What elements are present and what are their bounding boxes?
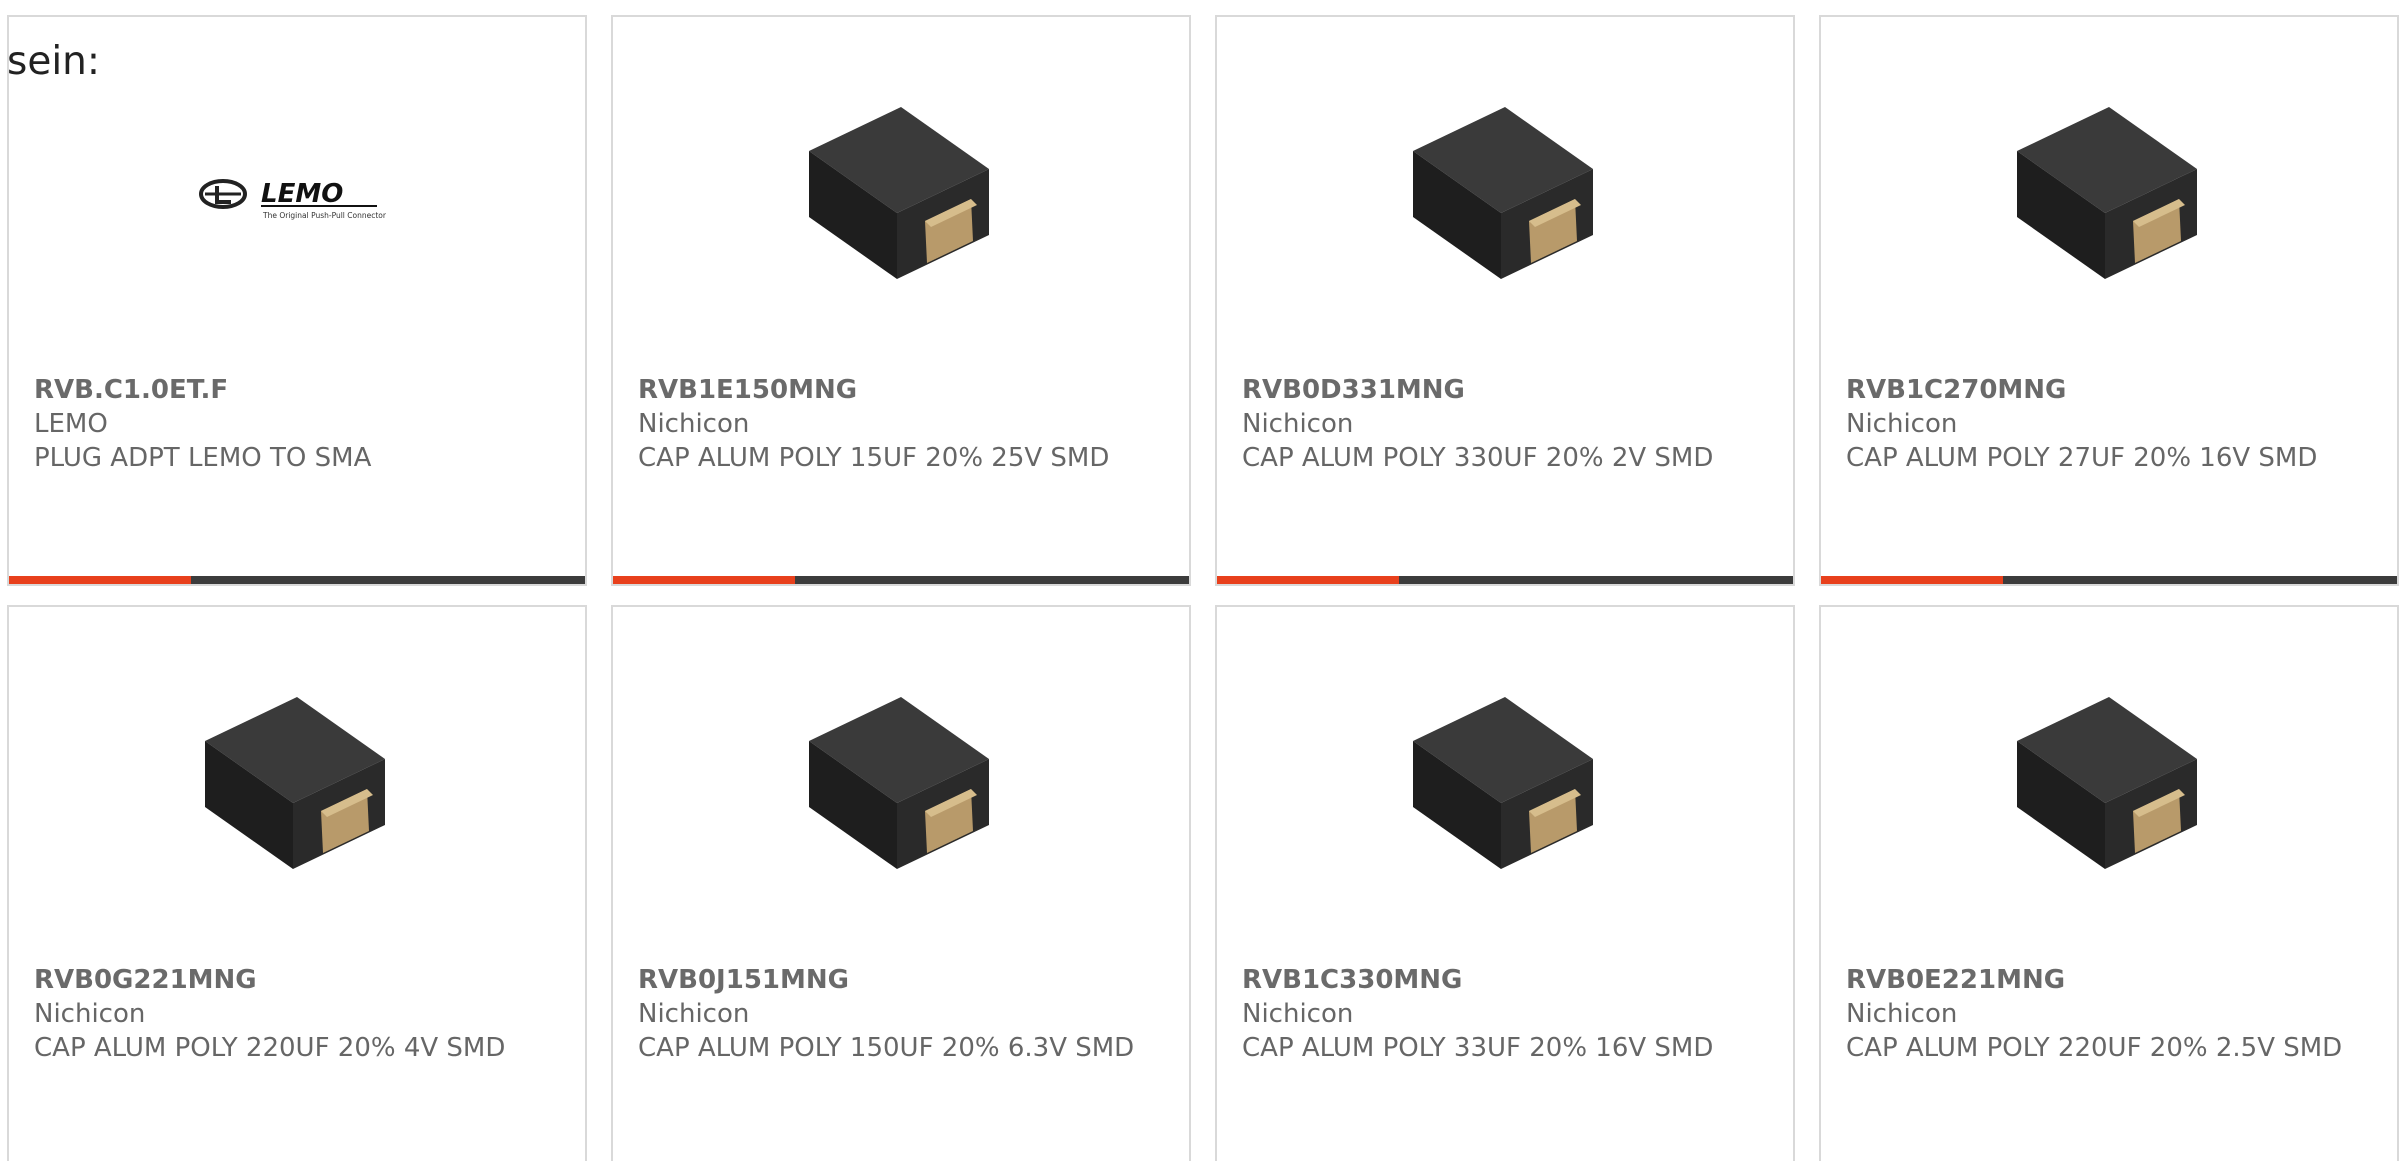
smd-capacitor-icon xyxy=(1413,107,1593,279)
card-accent-bar xyxy=(613,576,795,584)
card-bottom-bar xyxy=(9,576,585,584)
description: CAP ALUM POLY 27UF 20% 16V SMD xyxy=(1846,443,2318,473)
card-bottom-bar xyxy=(613,576,1189,584)
description: CAP ALUM POLY 220UF 20% 2.5V SMD xyxy=(1846,1033,2343,1063)
product-card[interactable]: RVB0G221MNG Nichicon CAP ALUM POLY 220UF… xyxy=(7,605,587,1161)
description: CAP ALUM POLY 220UF 20% 4V SMD xyxy=(34,1033,506,1063)
part-number[interactable]: RVB.C1.0ET.F xyxy=(34,373,565,407)
section-label: sein: xyxy=(7,39,101,84)
description: CAP ALUM POLY 15UF 20% 25V SMD xyxy=(638,443,1110,473)
card-bottom-bar xyxy=(1821,576,2397,584)
product-image-smd-capacitor xyxy=(1405,679,1605,879)
description: CAP ALUM POLY 330UF 20% 2V SMD xyxy=(1242,443,1714,473)
product-card[interactable]: RVB1C330MNG Nichicon CAP ALUM POLY 33UF … xyxy=(1215,605,1795,1161)
card-accent-bar xyxy=(9,576,191,584)
smd-capacitor-icon xyxy=(205,697,385,869)
svg-text:The Original Push-Pull Connect: The Original Push-Pull Connector xyxy=(262,211,387,220)
smd-capacitor-icon xyxy=(2017,107,2197,279)
manufacturer: Nichicon xyxy=(1846,409,1958,439)
part-number[interactable]: RVB0E221MNG xyxy=(1846,963,2377,997)
manufacturer: Nichicon xyxy=(638,999,750,1029)
manufacturer: Nichicon xyxy=(638,409,750,439)
smd-capacitor-icon xyxy=(1413,697,1593,869)
manufacturer: LEMO xyxy=(34,409,108,439)
product-image-smd-capacitor xyxy=(197,679,397,879)
product-card[interactable]: RVB0E221MNG Nichicon CAP ALUM POLY 220UF… xyxy=(1819,605,2399,1161)
product-image-smd-capacitor xyxy=(801,679,1001,879)
manufacturer: Nichicon xyxy=(1242,999,1354,1029)
part-number[interactable]: RVB1E150MNG xyxy=(638,373,1169,407)
part-number[interactable]: RVB0D331MNG xyxy=(1242,373,1773,407)
part-number[interactable]: RVB1C270MNG xyxy=(1846,373,2377,407)
product-image-smd-capacitor xyxy=(2009,89,2209,289)
part-number[interactable]: RVB0G221MNG xyxy=(34,963,565,997)
product-image-smd-capacitor xyxy=(1405,89,1605,289)
part-number[interactable]: RVB1C330MNG xyxy=(1242,963,1773,997)
product-card[interactable]: RVB0J151MNG Nichicon CAP ALUM POLY 150UF… xyxy=(611,605,1191,1161)
description: CAP ALUM POLY 33UF 20% 16V SMD xyxy=(1242,1033,1714,1063)
product-card[interactable]: RVB1C270MNG Nichicon CAP ALUM POLY 27UF … xyxy=(1819,15,2399,586)
smd-capacitor-icon xyxy=(2017,697,2197,869)
card-accent-bar xyxy=(1821,576,2003,584)
product-card[interactable]: RVB0D331MNG Nichicon CAP ALUM POLY 330UF… xyxy=(1215,15,1795,586)
description: CAP ALUM POLY 150UF 20% 6.3V SMD xyxy=(638,1033,1135,1063)
product-image-smd-capacitor xyxy=(801,89,1001,289)
manufacturer: Nichicon xyxy=(1846,999,1958,1029)
product-image-smd-capacitor xyxy=(2009,679,2209,879)
product-image-lemo-logo: LEMO The Original Push-Pull Connector xyxy=(197,89,397,289)
part-number[interactable]: RVB0J151MNG xyxy=(638,963,1169,997)
manufacturer: Nichicon xyxy=(1242,409,1354,439)
card-accent-bar xyxy=(1217,576,1399,584)
smd-capacitor-icon xyxy=(809,107,989,279)
description: PLUG ADPT LEMO TO SMA xyxy=(34,443,372,473)
product-card[interactable]: RVB1E150MNG Nichicon CAP ALUM POLY 15UF … xyxy=(611,15,1191,586)
product-card[interactable]: LEMO The Original Push-Pull Connector RV… xyxy=(7,15,587,586)
product-grid-page: sein: LEMO The Original Push-Pull Connec… xyxy=(0,0,2400,1161)
lemo-logo-icon: LEMO The Original Push-Pull Connector xyxy=(199,179,387,220)
svg-text:LEMO: LEMO xyxy=(261,179,343,209)
manufacturer: Nichicon xyxy=(34,999,146,1029)
smd-capacitor-icon xyxy=(809,697,989,869)
card-bottom-bar xyxy=(1217,576,1793,584)
